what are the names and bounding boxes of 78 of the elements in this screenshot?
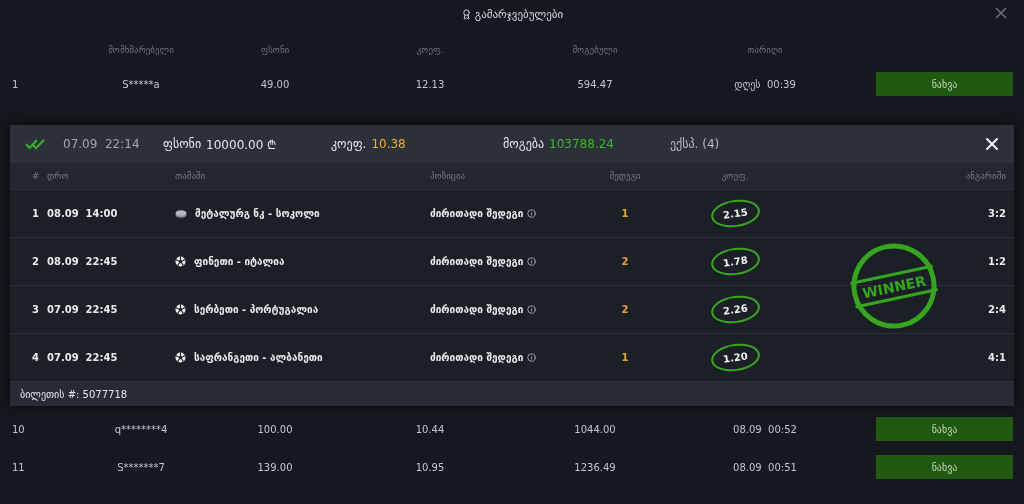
info-icon[interactable] xyxy=(527,353,537,362)
result-value: 2 xyxy=(620,304,630,315)
stake-cell-text: 49.00 xyxy=(259,78,291,90)
info-icon[interactable] xyxy=(527,257,537,266)
event-datetime: 08.09 22:45 xyxy=(47,256,119,267)
column-header: ფსონი xyxy=(259,45,291,55)
winnings-cell-text: 1236.49 xyxy=(573,461,617,473)
event-index: 4 xyxy=(32,352,40,363)
coef-value: 10.38 xyxy=(371,137,406,151)
result-value: 1 xyxy=(620,352,630,363)
match-name: სერბეთი - პორტუგალია xyxy=(194,304,319,315)
view-button[interactable]: ნახვა xyxy=(876,72,1013,96)
event-index: 1 xyxy=(32,208,40,219)
ticket-datetime: 07.09 22:14 xyxy=(63,137,141,151)
score-value: 3:2 xyxy=(987,208,1006,219)
coef-label: კოეფ. xyxy=(331,137,367,151)
position-text: ძირითადი შედეგი xyxy=(430,352,524,363)
info-icon[interactable] xyxy=(527,209,537,218)
stake-cell-text: 100.00 xyxy=(256,423,294,435)
match-name: საფრანგეთი - ალბანეთი xyxy=(194,352,323,363)
user-cell-text: S*****a xyxy=(121,78,161,90)
view-button[interactable]: ნახვა xyxy=(876,455,1013,479)
win-label: მოგება xyxy=(503,137,545,151)
winner-stamp: WINNER xyxy=(850,243,938,329)
coef-cell-text: 10.44 xyxy=(414,423,446,435)
position-text: ძირითადი შედეგი xyxy=(430,208,524,219)
view-button[interactable]: ნახვა xyxy=(876,417,1013,441)
winnings-cell-text: 1044.00 xyxy=(573,423,617,435)
rank-cell-text: 11 xyxy=(12,461,26,473)
result-value: 1 xyxy=(620,208,630,219)
position-text: ძირითადი შედეგი xyxy=(430,256,524,267)
event-index: 2 xyxy=(32,256,40,267)
soccer-ball-icon xyxy=(175,304,186,315)
column-header: თარიღი xyxy=(746,45,784,55)
event-index: 3 xyxy=(32,304,40,315)
rank-cell-text: 1 xyxy=(12,78,20,90)
stake-value: 10000.00 ₾ xyxy=(206,136,277,153)
date-cell-text: 08.09 00:51 xyxy=(732,461,798,473)
coef-cell-text: 10.95 xyxy=(414,461,446,473)
result-value: 2 xyxy=(620,256,630,267)
title-text: გამარჯვებულები xyxy=(474,8,564,21)
match-name: მეტალურგ ნკ - სოკოლი xyxy=(195,208,320,219)
soccer-ball-icon xyxy=(175,256,186,267)
event-datetime: 07.09 22:45 xyxy=(47,352,119,363)
win-value: 103788.24 xyxy=(549,137,614,151)
info-icon[interactable] xyxy=(527,305,537,314)
column-header: მომხმარებელი xyxy=(107,45,175,55)
winnings-cell-text: 594.47 xyxy=(576,78,614,90)
event-datetime: 08.09 14:00 xyxy=(47,208,119,219)
stake-cell-text: 139.00 xyxy=(256,461,294,473)
rank-cell-text: 10 xyxy=(12,423,26,435)
ticket-number: ბილეთის #: 5077718 xyxy=(20,388,128,400)
medal-icon xyxy=(460,9,472,20)
user-cell-text: S*******7 xyxy=(116,461,166,473)
column-header: კოეფ. xyxy=(415,45,445,55)
column-header: პოზიცია xyxy=(430,171,467,181)
user-cell-text: q********4 xyxy=(113,423,169,435)
stake-label: ფსონი xyxy=(163,137,202,151)
score-value: 4:1 xyxy=(987,352,1006,363)
column-header: კოეფ. xyxy=(720,171,750,181)
column-header: თამაში xyxy=(175,171,207,181)
bet-type: ექსპ. (4) xyxy=(670,137,721,151)
coef-cell-text: 12.13 xyxy=(414,78,446,90)
date-cell-text: 08.09 00:52 xyxy=(732,423,798,435)
position-text: ძირითადი შედეგი xyxy=(430,304,524,315)
score-value: 1:2 xyxy=(987,256,1006,267)
score-value: 2:4 xyxy=(987,304,1006,315)
column-header: შედეგი xyxy=(608,171,642,181)
puck-icon xyxy=(175,209,187,218)
date-cell-text: დღეს 00:39 xyxy=(733,78,797,90)
match-name: ფინეთი - იტალია xyxy=(194,256,285,267)
event-datetime: 07.09 22:45 xyxy=(47,304,119,315)
soccer-ball-icon xyxy=(175,352,186,363)
column-header: მოგებული xyxy=(571,45,619,55)
column-header: დრო xyxy=(47,171,70,181)
column-header: # xyxy=(32,171,41,181)
column-header: ანგარიში xyxy=(964,171,1006,181)
double-check-icon xyxy=(25,138,45,150)
